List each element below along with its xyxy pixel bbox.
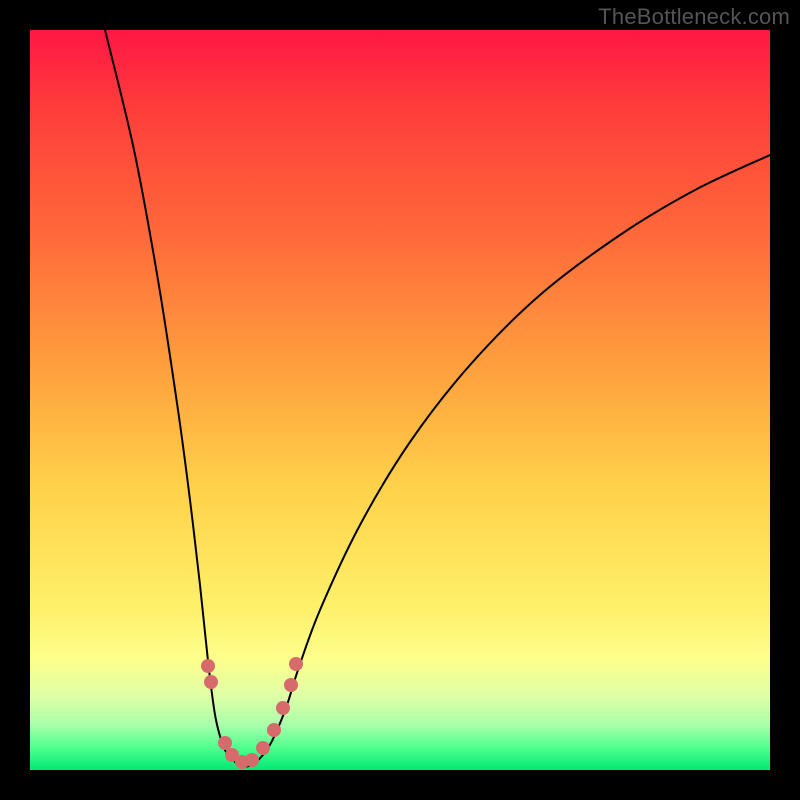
marker-dot xyxy=(276,701,290,715)
watermark-text: TheBottleneck.com xyxy=(598,4,790,30)
curve-left xyxy=(105,30,245,767)
marker-dot xyxy=(289,657,303,671)
curves-layer xyxy=(30,30,770,770)
marker-group xyxy=(201,657,303,769)
marker-dot xyxy=(204,675,218,689)
curve-right xyxy=(245,155,770,767)
marker-dot xyxy=(201,659,215,673)
marker-dot xyxy=(256,741,270,755)
chart-stage: TheBottleneck.com xyxy=(0,0,800,800)
marker-dot xyxy=(245,753,259,767)
plot-area xyxy=(30,30,770,770)
marker-dot xyxy=(284,678,298,692)
marker-dot xyxy=(218,736,232,750)
marker-dot xyxy=(267,723,281,737)
